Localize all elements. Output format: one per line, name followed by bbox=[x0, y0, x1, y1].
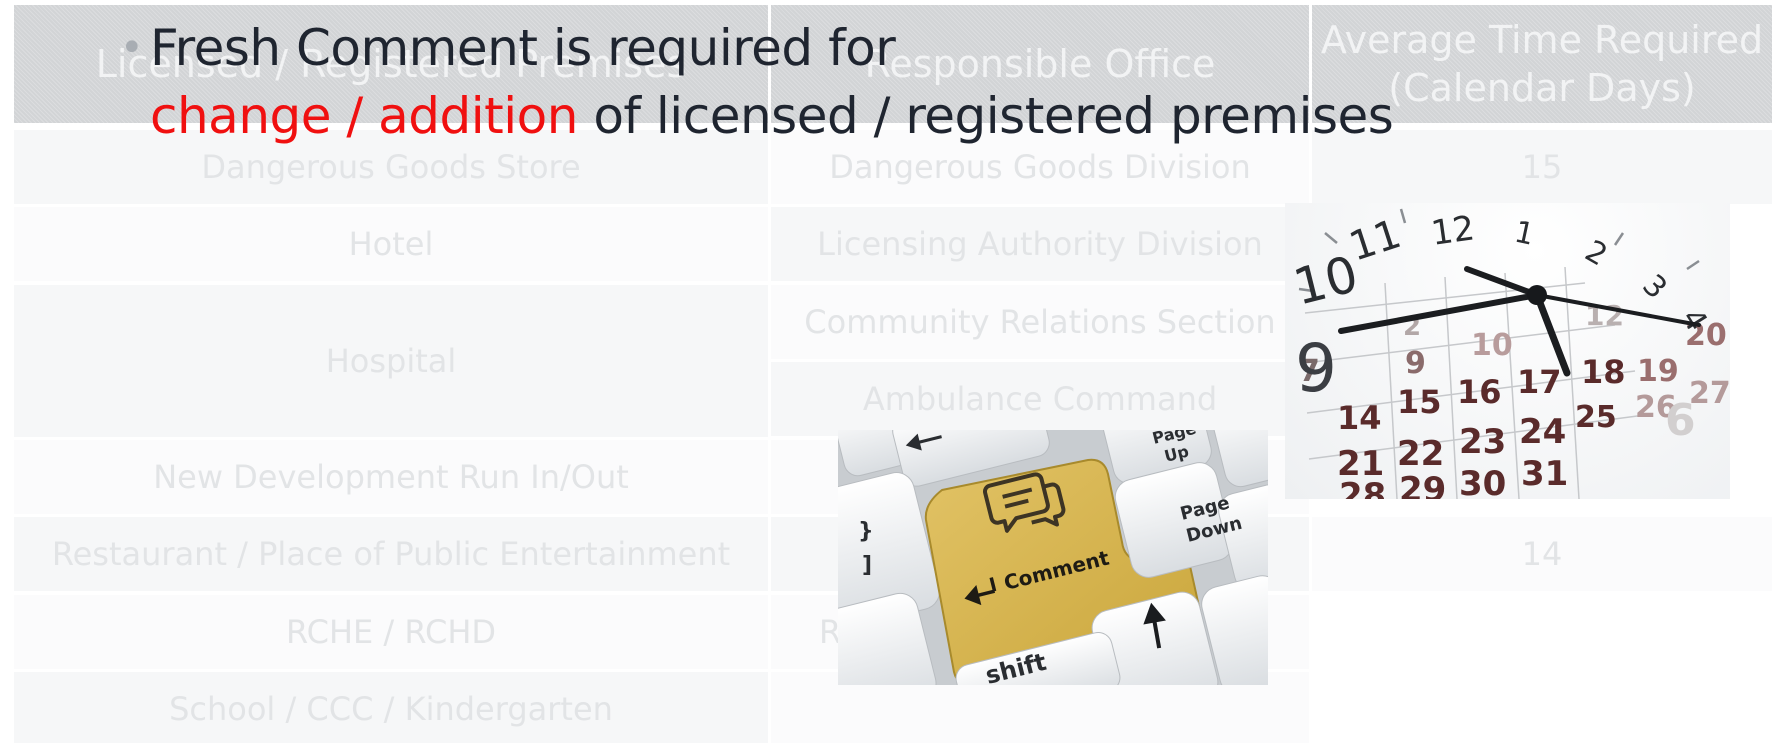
table-cell: Dangerous Goods Division bbox=[829, 148, 1251, 186]
calendar-day: 9 bbox=[1405, 346, 1426, 381]
calendar-day: 22 bbox=[1397, 434, 1444, 474]
clock-calendar-illustration: 7 2 9 10 12 19 20 14 15 16 17 18 25 26 2… bbox=[1285, 203, 1730, 499]
calendar-day: 10 bbox=[1471, 328, 1513, 363]
calendar-day: 25 bbox=[1575, 400, 1617, 435]
bullet-dot-icon: • bbox=[120, 25, 144, 71]
bullet-highlight: change / addition bbox=[150, 87, 578, 145]
table-cell: Ambulance Command bbox=[862, 380, 1218, 418]
dial-number: 9 bbox=[1295, 330, 1337, 407]
table-cell: 14 bbox=[1521, 535, 1563, 573]
calendar-day: 14 bbox=[1337, 399, 1382, 437]
keyboard-illustration: Comment Page Up Page Down } ] shift bbox=[838, 430, 1268, 685]
table-cell-days-14: 14 bbox=[1312, 517, 1772, 591]
bullet-text-rest: of licensed / registered premises bbox=[577, 87, 1394, 145]
table-cell: New Development Run In/Out bbox=[153, 458, 629, 496]
table-cell: Hospital bbox=[325, 342, 457, 380]
table-cell-community-relations: Community Relations Section bbox=[771, 285, 1309, 359]
table-row-hospital: Hospital bbox=[14, 285, 768, 437]
table-row-rche: RCHE / RCHD bbox=[14, 595, 768, 669]
calendar-day: 23 bbox=[1459, 422, 1506, 462]
calendar-day: 19 bbox=[1637, 354, 1679, 389]
table-cell: Community Relations Section bbox=[804, 303, 1276, 341]
table-cell-ambulance-command: Ambulance Command bbox=[771, 362, 1309, 436]
clock-calendar-image: 7 2 9 10 12 19 20 14 15 16 17 18 25 26 2… bbox=[1285, 203, 1730, 499]
dial-number: 12 bbox=[1429, 208, 1477, 254]
calendar-day: 18 bbox=[1581, 353, 1626, 391]
bullet-text: Fresh Comment is required for bbox=[150, 19, 896, 77]
brace-key-label: } bbox=[858, 519, 874, 544]
table-cell-licensing-division: Licensing Authority Division bbox=[771, 207, 1309, 281]
table-cell: RCHE / RCHD bbox=[285, 613, 497, 651]
calendar-day: 31 bbox=[1521, 454, 1568, 494]
table-row-hotel: Hotel bbox=[14, 207, 768, 281]
table-cell: Hotel bbox=[348, 225, 434, 263]
calendar-day: 24 bbox=[1519, 412, 1566, 452]
slide: Licensed / Registered Premises Responsib… bbox=[0, 0, 1772, 743]
calendar-day: 30 bbox=[1459, 464, 1506, 499]
calendar-day: 6 bbox=[1665, 395, 1696, 446]
table-cell: Restaurant / Place of Public Entertainme… bbox=[51, 535, 731, 573]
calendar-day: 16 bbox=[1457, 373, 1502, 411]
table-row-new-development: New Development Run In/Out bbox=[14, 440, 768, 514]
table-cell: Dangerous Goods Store bbox=[201, 148, 581, 186]
calendar-day: 17 bbox=[1517, 363, 1562, 401]
calendar-day: 28 bbox=[1339, 476, 1386, 499]
table-row-school: School / CCC / Kindergarten bbox=[14, 672, 768, 743]
table-cell: Licensing Authority Division bbox=[817, 225, 1263, 263]
calendar-day: 15 bbox=[1397, 383, 1442, 421]
keyboard-comment-image: Comment Page Up Page Down } ] shift bbox=[838, 430, 1268, 685]
table-row-restaurant: Restaurant / Place of Public Entertainme… bbox=[14, 517, 768, 591]
table-cell: School / CCC / Kindergarten bbox=[169, 690, 613, 728]
calendar-day: 29 bbox=[1399, 470, 1446, 499]
bracket-key-label: ] bbox=[862, 553, 872, 578]
bullet-point: • Fresh Comment is required for change /… bbox=[120, 14, 1450, 150]
table-cell: 15 bbox=[1521, 148, 1563, 186]
